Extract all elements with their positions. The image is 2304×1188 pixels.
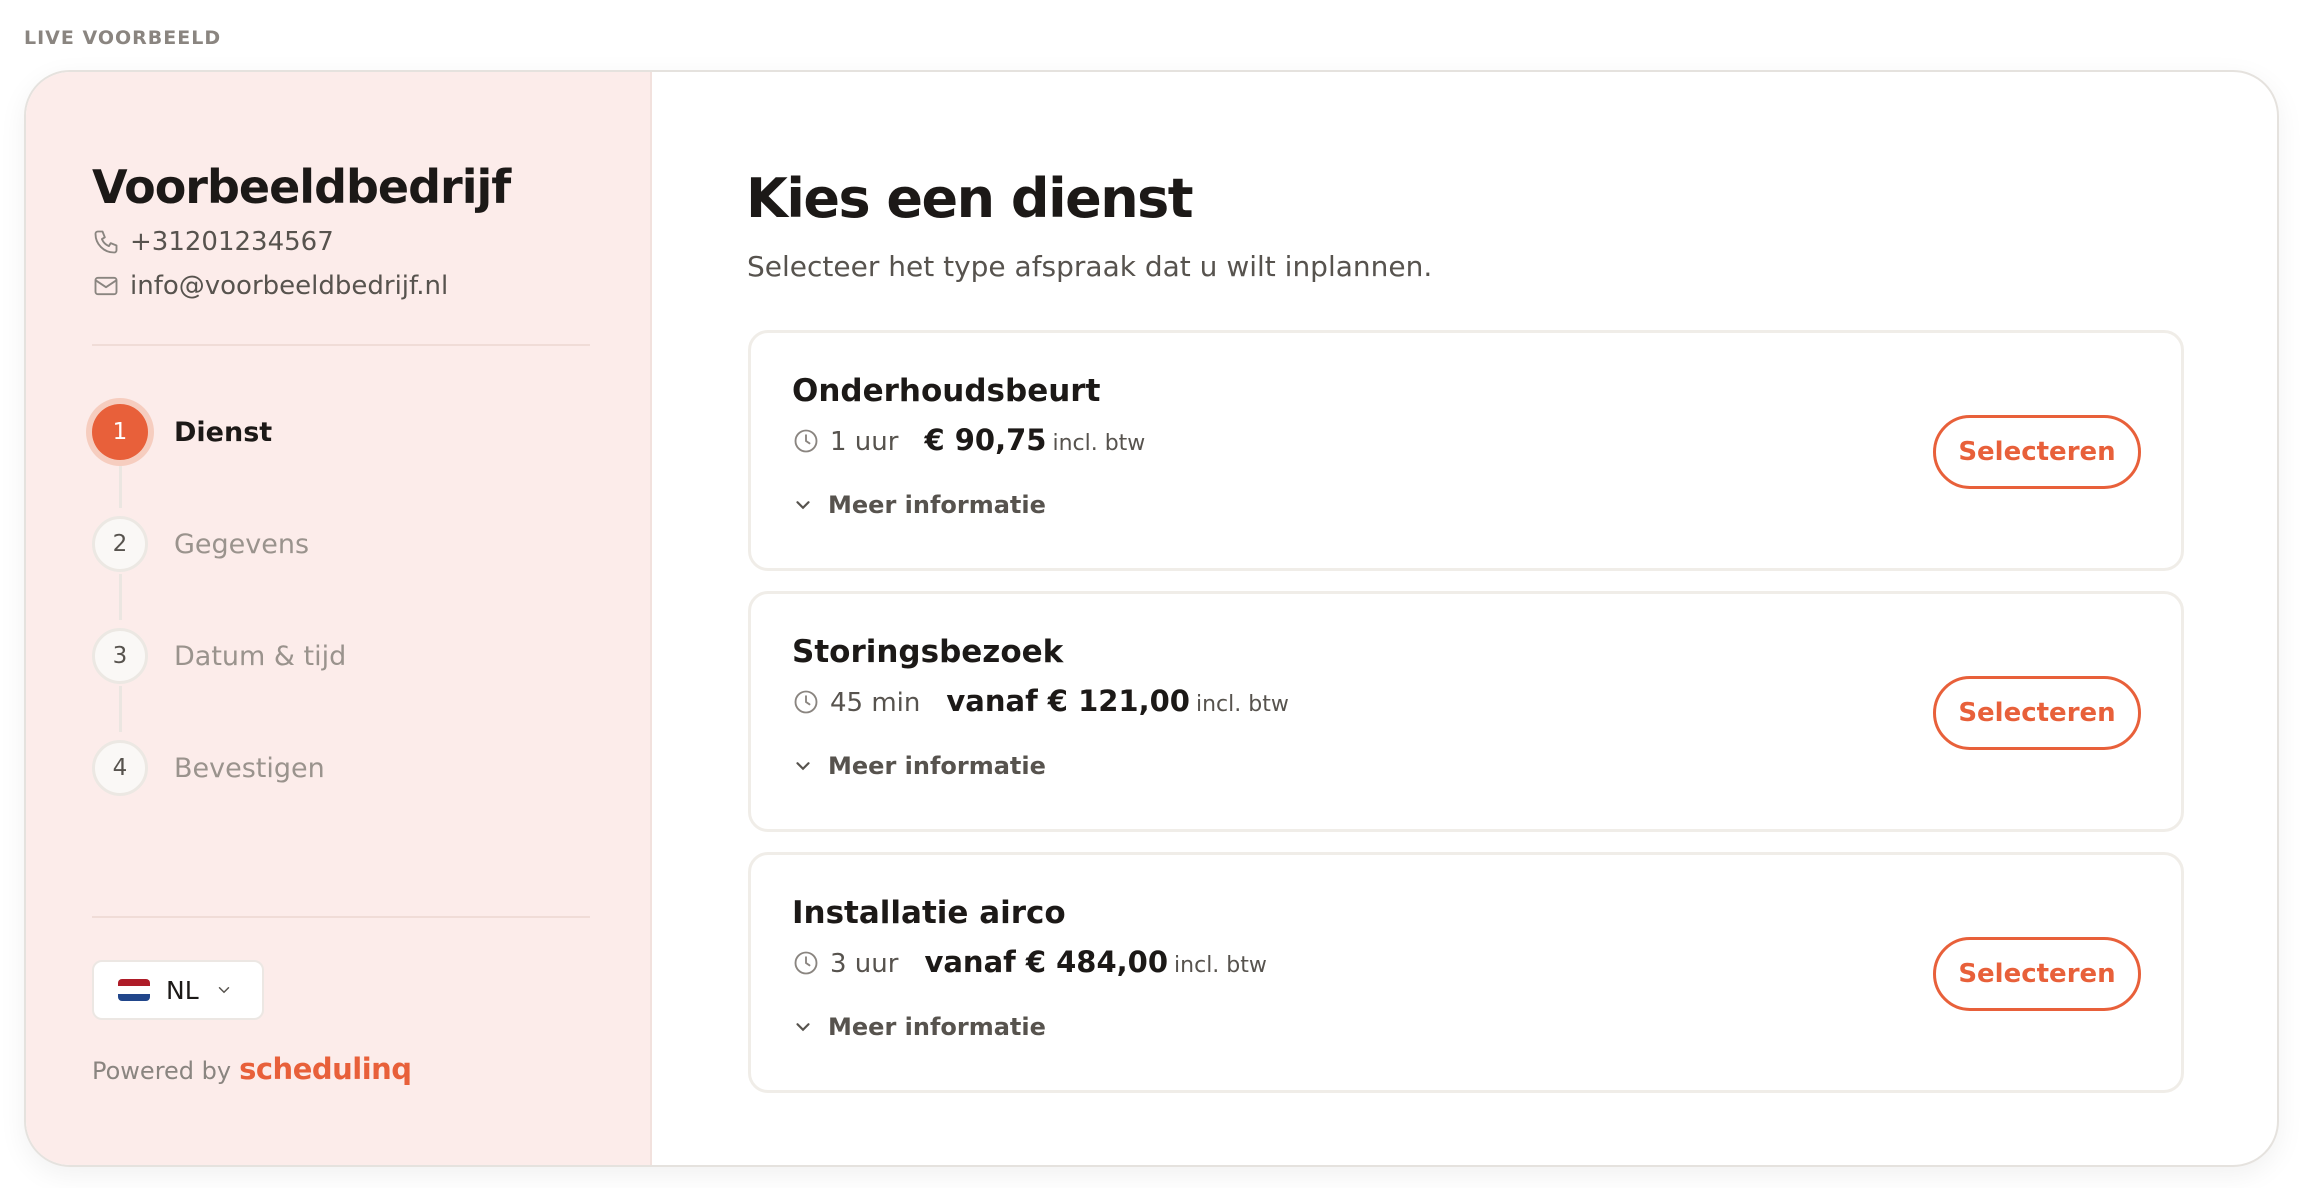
chevron-down-icon xyxy=(218,987,229,994)
step-dienst: 1 Dienst xyxy=(92,402,272,462)
powered-by: Powered by schedulinq xyxy=(92,1052,412,1086)
service-card: Onderhoudsbeurt 1 uur € 90,75 incl. btw … xyxy=(748,330,2184,571)
sidebar-divider xyxy=(92,916,590,918)
chevron-down-icon xyxy=(796,1023,810,1032)
service-duration: 3 uur xyxy=(830,949,899,979)
service-price: vanaf € 121,00 xyxy=(946,684,1190,718)
more-info-label: Meer informatie xyxy=(828,491,1046,519)
step-number: 1 xyxy=(92,404,148,460)
more-info-label: Meer informatie xyxy=(828,752,1046,780)
powered-by-text: Powered by xyxy=(92,1057,232,1085)
booking-widget: Voorbeeldbedrijf +31201234567 info@voorb… xyxy=(24,70,2279,1167)
step-number: 4 xyxy=(92,740,148,796)
service-card: Storingsbezoek 45 min vanaf € 121,00 inc… xyxy=(748,591,2184,832)
service-name: Installatie airco xyxy=(792,895,1066,931)
select-button[interactable]: Selecteren xyxy=(1933,676,2141,750)
clock-icon xyxy=(794,690,818,714)
clock-icon xyxy=(794,951,818,975)
netherlands-flag-icon xyxy=(118,979,150,1001)
service-vat: incl. btw xyxy=(1195,692,1289,717)
service-duration: 1 uur xyxy=(830,427,899,457)
phone-icon xyxy=(94,230,118,254)
service-meta: 3 uur vanaf € 484,00 incl. btw xyxy=(792,945,1267,981)
step-number: 2 xyxy=(92,516,148,572)
step-gegevens: 2 Gegevens xyxy=(92,514,309,574)
step-label: Dienst xyxy=(174,416,273,448)
language-select[interactable]: NL xyxy=(92,960,264,1020)
step-label: Gegevens xyxy=(174,528,310,560)
service-meta: 45 min vanaf € 121,00 incl. btw xyxy=(792,684,1289,720)
language-code: NL xyxy=(166,975,199,1005)
service-vat: incl. btw xyxy=(1052,431,1146,456)
sidebar-divider xyxy=(92,344,590,346)
company-email[interactable]: info@voorbeeldbedrijf.nl xyxy=(130,271,448,301)
step-datum-tijd: 3 Datum & tijd xyxy=(92,626,346,686)
clock-icon xyxy=(794,429,818,453)
step-connector xyxy=(119,462,122,508)
chevron-down-icon xyxy=(796,762,810,771)
service-price: vanaf € 484,00 xyxy=(924,945,1169,979)
page-title: Kies een dienst xyxy=(746,167,1194,230)
step-connector xyxy=(119,574,122,620)
select-button[interactable]: Selecteren xyxy=(1933,937,2141,1011)
company-name: Voorbeeldbedrijf xyxy=(92,160,511,214)
step-label: Datum & tijd xyxy=(174,640,347,672)
company-phone[interactable]: +31201234567 xyxy=(130,227,334,257)
step-label: Bevestigen xyxy=(174,752,325,784)
service-vat: incl. btw xyxy=(1174,953,1267,978)
live-preview-label: LIVE VOORBEELD xyxy=(24,27,222,49)
service-meta: 1 uur € 90,75 incl. btw xyxy=(792,423,1145,459)
service-card: Installatie airco 3 uur vanaf € 484,00 i… xyxy=(748,852,2184,1093)
phone-row: +31201234567 xyxy=(92,226,334,258)
email-row: info@voorbeeldbedrijf.nl xyxy=(92,270,448,302)
page-subtitle: Selecteer het type afspraak dat u wilt i… xyxy=(747,250,1433,283)
service-name: Onderhoudsbeurt xyxy=(792,373,1101,409)
step-bevestigen: 4 Bevestigen xyxy=(92,738,325,798)
mail-icon xyxy=(94,276,118,296)
more-info-toggle[interactable]: Meer informatie xyxy=(792,491,1046,519)
sidebar: Voorbeeldbedrijf +31201234567 info@voorb… xyxy=(26,72,652,1165)
brand-logo[interactable]: schedulinq xyxy=(239,1052,412,1086)
more-info-toggle[interactable]: Meer informatie xyxy=(792,752,1046,780)
service-name: Storingsbezoek xyxy=(792,634,1064,670)
step-number: 3 xyxy=(92,628,148,684)
service-duration: 45 min xyxy=(830,688,921,718)
more-info-toggle[interactable]: Meer informatie xyxy=(792,1013,1046,1041)
select-button[interactable]: Selecteren xyxy=(1933,415,2141,489)
more-info-label: Meer informatie xyxy=(828,1013,1046,1041)
service-price: € 90,75 xyxy=(924,423,1047,457)
chevron-down-icon xyxy=(796,501,810,510)
step-connector xyxy=(119,686,122,732)
